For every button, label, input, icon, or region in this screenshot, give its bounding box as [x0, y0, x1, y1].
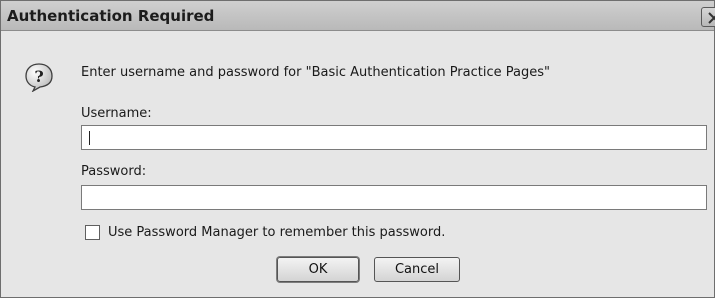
remember-password-label[interactable]: Use Password Manager to remember this pa… [108, 225, 445, 240]
password-input[interactable] [81, 185, 707, 210]
username-label: Username: [81, 106, 152, 121]
password-label: Password: [81, 164, 147, 179]
close-icon [708, 12, 715, 24]
window-title: Authentication Required [7, 7, 215, 25]
close-button[interactable] [701, 7, 715, 27]
ok-button[interactable]: OK [277, 257, 359, 282]
cancel-button[interactable]: Cancel [374, 257, 460, 282]
remember-password-checkbox[interactable] [85, 225, 100, 240]
svg-text:?: ? [34, 67, 43, 86]
username-input[interactable] [81, 125, 707, 150]
text-caret [89, 131, 90, 145]
prompt-message: Enter username and password for "Basic A… [81, 65, 550, 80]
question-icon: ? [25, 63, 53, 92]
title-bar: Authentication Required [1, 1, 715, 31]
authentication-dialog: Authentication Required ? Enter username… [0, 0, 715, 298]
